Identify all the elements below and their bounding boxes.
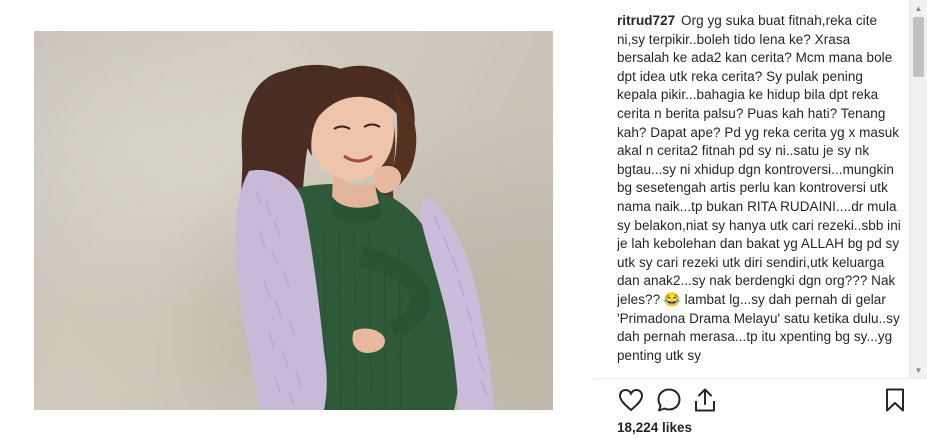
share-icon[interactable] (691, 386, 719, 414)
scroll-up-arrow-icon[interactable]: ▲ (910, 0, 927, 16)
scroll-thumb[interactable] (913, 17, 924, 77)
action-bar (617, 386, 911, 414)
scroll-down-arrow-icon[interactable]: ▼ (910, 362, 927, 378)
heart-icon[interactable] (617, 386, 645, 414)
post-username[interactable]: ritrud727 (617, 13, 675, 28)
bookmark-icon[interactable] (881, 386, 909, 414)
comment-bubble-icon[interactable] (655, 386, 683, 414)
caption-scrollbar[interactable]: ▲ ▼ (909, 0, 927, 378)
caption-area[interactable]: ritrud727 Org yg suka buat fitnah,reka c… (617, 12, 905, 378)
post-caption: Org yg suka buat fitnah,reka cite ni,sy … (617, 13, 901, 363)
likes-count[interactable]: 18,224 likes (617, 420, 692, 435)
post-photo[interactable] (34, 31, 553, 410)
post-side-pane: ritrud727 Org yg suka buat fitnah,reka c… (595, 0, 927, 439)
actions-divider (595, 378, 927, 379)
portrait-illustration (235, 64, 494, 410)
post-media-pane (0, 0, 595, 439)
